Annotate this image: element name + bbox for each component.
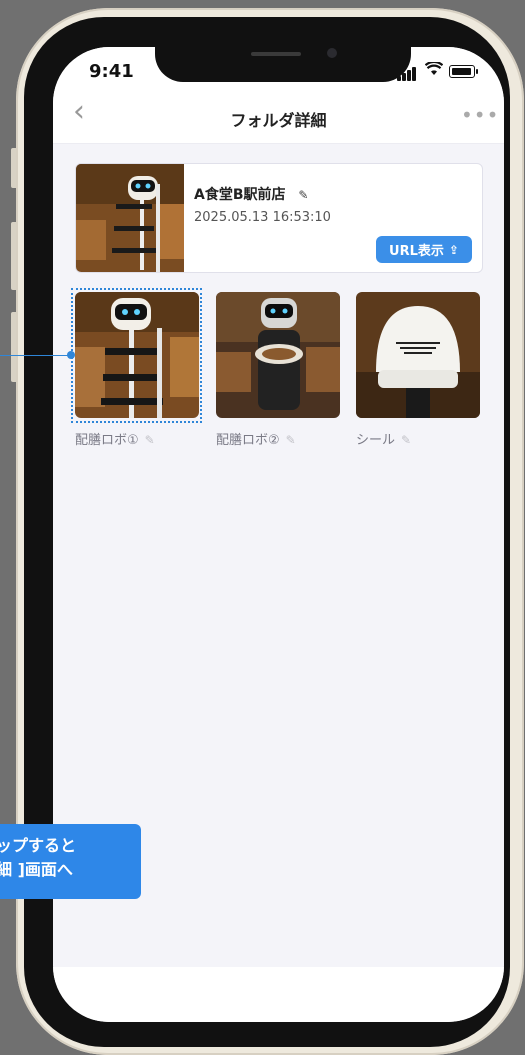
item-thumbnail-2[interactable] bbox=[216, 292, 340, 418]
battery-icon bbox=[449, 65, 475, 78]
page-title: フォルダ詳細 bbox=[230, 111, 327, 130]
folder-thumbnail bbox=[76, 164, 184, 272]
more-icon[interactable]: ••• bbox=[461, 103, 499, 127]
battery-tip bbox=[476, 69, 478, 74]
navigation-bar: ‹ フォルダ詳細 ••• bbox=[53, 91, 504, 144]
item-label-3: シール ✎ bbox=[356, 429, 411, 448]
edit-pencil-icon[interactable]: ✎ bbox=[298, 188, 308, 202]
wifi-icon bbox=[424, 60, 444, 80]
item-label-1: 配膳ロボ① ✎ bbox=[75, 429, 155, 448]
edit-pencil-icon[interactable]: ✎ bbox=[401, 433, 411, 447]
callout-line-2: 細 ]画面へ bbox=[0, 860, 73, 879]
edit-pencil-icon[interactable]: ✎ bbox=[286, 433, 296, 447]
speaker-grille bbox=[251, 52, 301, 56]
notch bbox=[155, 47, 411, 82]
callout-connector-line bbox=[0, 355, 71, 356]
item-label-2: 配膳ロボ② ✎ bbox=[216, 429, 296, 448]
share-icon: ⇪ bbox=[448, 242, 459, 257]
front-camera bbox=[327, 48, 337, 58]
item-thumbnail-3[interactable] bbox=[356, 292, 480, 418]
callout-line-1: ップすると bbox=[0, 836, 77, 855]
url-display-button[interactable]: URL表示 ⇪ bbox=[376, 236, 472, 263]
edit-pencil-icon[interactable]: ✎ bbox=[145, 433, 155, 447]
folder-date: 2025.05.13 16:53:10 bbox=[194, 210, 331, 225]
url-display-label: URL表示 bbox=[389, 244, 444, 259]
status-bar: 9:41 bbox=[53, 47, 504, 91]
folder-name-text: A食堂B駅前店 bbox=[194, 187, 286, 203]
status-time: 9:41 bbox=[89, 61, 134, 82]
callout-connector-dot bbox=[67, 351, 75, 359]
item-label-3-text: シール bbox=[356, 433, 396, 448]
bottom-area bbox=[53, 967, 504, 1022]
item-label-2-text: 配膳ロボ② bbox=[216, 433, 280, 448]
folder-name: A食堂B駅前店 ✎ bbox=[194, 184, 308, 204]
item-thumbnail-1[interactable] bbox=[75, 292, 199, 418]
folder-card: A食堂B駅前店 ✎ 2025.05.13 16:53:10 URL表示 ⇪ bbox=[75, 163, 483, 273]
item-label-1-text: 配膳ロボ① bbox=[75, 433, 139, 448]
status-icons bbox=[397, 60, 487, 81]
annotation-callout: ップすると 細 ]画面へ bbox=[0, 824, 141, 899]
